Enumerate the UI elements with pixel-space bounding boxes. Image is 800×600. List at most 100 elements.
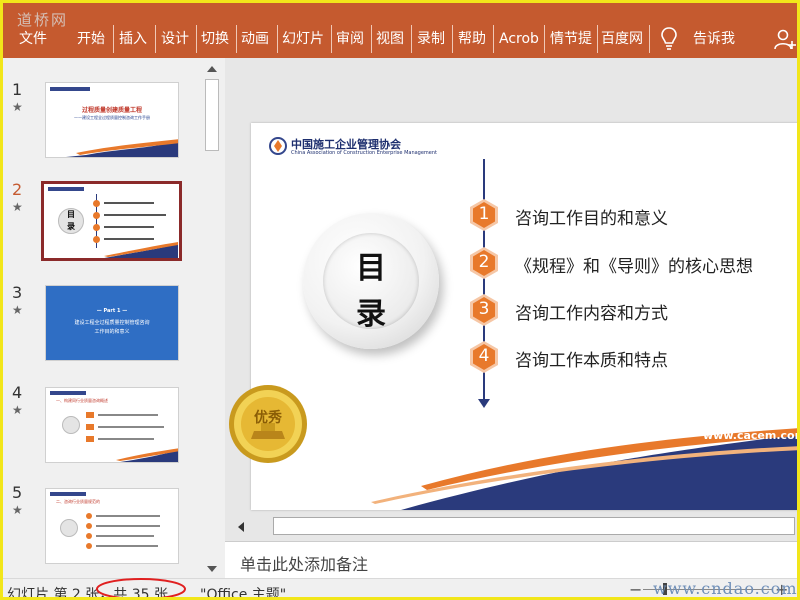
item-number: 4: [478, 346, 490, 366]
thumb-heading: 一、构建同行业质量咨询概述: [56, 398, 108, 403]
item-text: 《规程》和《导则》的核心思想: [515, 257, 753, 277]
slide-thumbnail-3[interactable]: — Part 1 — 建设工程全过程质量控制管理咨询 工作目的和意义: [45, 285, 179, 361]
scrollbar-thumb[interactable]: [273, 517, 795, 535]
tab-view[interactable]: 视图: [376, 29, 404, 51]
thumb-text-line: [96, 515, 160, 517]
toc-title-char: 目: [356, 251, 386, 286]
thumb-circle: [60, 519, 78, 537]
tab-separator: [452, 25, 453, 53]
thumb-marker: [86, 436, 94, 442]
animation-star-icon: ★: [12, 503, 23, 517]
toc-title-char: 录: [356, 297, 386, 332]
tab-record[interactable]: 录制: [417, 29, 445, 51]
animation-star-icon: ★: [12, 403, 23, 417]
tab-separator: [196, 25, 197, 53]
thumb-part: — Part 1 —: [96, 308, 128, 314]
thumb-wave-decoration: [104, 242, 178, 258]
tab-home[interactable]: 开始: [77, 29, 105, 51]
org-name-en: China Association of Construction Enterp…: [291, 150, 438, 156]
thumb-toc-circle: 目录: [58, 208, 84, 234]
powerpoint-window: 道桥网 文件 开始 插入 设计 切换 动画 幻灯片 审阅 视图 录制 帮助 Ac…: [0, 0, 800, 600]
tab-help[interactable]: 帮助: [458, 29, 486, 51]
zoom-out-button[interactable]: −: [629, 580, 642, 597]
tab-review[interactable]: 审阅: [336, 29, 364, 51]
thumb-dot: [86, 543, 92, 549]
tab-insert[interactable]: 插入: [119, 29, 147, 51]
thumbnail-scrollbar[interactable]: [203, 61, 221, 579]
thumb-text-line: [104, 214, 166, 216]
tab-file[interactable]: 文件: [19, 29, 47, 51]
thumb-dot: [93, 224, 100, 231]
tell-me-search[interactable]: 告诉我: [693, 29, 735, 51]
animation-star-icon: ★: [12, 100, 23, 114]
tab-baidu-netdisk[interactable]: 百度网: [601, 29, 643, 51]
item-text: 咨询工作本质和特点: [515, 351, 668, 371]
thumb-text-line: [104, 238, 154, 240]
tab-animations[interactable]: 动画: [241, 29, 269, 51]
thumb-logo: [48, 187, 84, 191]
notes-placeholder[interactable]: 单击此处添加备注: [240, 551, 368, 575]
thumb-line: 建设工程全过程质量控制管理咨询: [74, 320, 150, 326]
slide-thumbnail-4[interactable]: 一、构建同行业质量咨询概述: [45, 387, 179, 463]
tab-separator: [597, 25, 598, 53]
tab-separator: [277, 25, 278, 53]
association-logo-icon: [269, 137, 287, 155]
thumb-text-line: [104, 226, 154, 228]
thumb-wave-decoration: [66, 139, 178, 157]
slide-number-1: 1: [12, 80, 23, 99]
tab-separator: [411, 25, 412, 53]
slide-thumbnail-2[interactable]: 目录: [41, 181, 182, 261]
toc-circle: 目 录: [303, 213, 439, 349]
scrollbar-thumb[interactable]: [205, 79, 219, 151]
tab-separator: [236, 25, 237, 53]
tab-separator: [493, 25, 494, 53]
tab-acrobat[interactable]: Acrob: [499, 29, 541, 51]
thumb-logo: [50, 391, 86, 395]
thumb-dot: [86, 523, 92, 529]
slide-number-4: 4: [12, 383, 23, 402]
scroll-left-arrow-icon[interactable]: [237, 522, 245, 532]
tab-design[interactable]: 设计: [161, 29, 189, 51]
tab-storyboard[interactable]: 情节提: [550, 29, 594, 51]
slide-editing-area: 中国施工企业管理协会 China Association of Construc…: [225, 58, 797, 513]
item-text: 咨询工作目的和意义: [515, 209, 668, 229]
slide-thumbnail-5[interactable]: 二、咨询行业质量规范的: [45, 488, 179, 564]
slide-thumbnail-1[interactable]: 过程质量创建质量工程 ——建设工程全过程质量控制咨询工作手册: [45, 82, 179, 158]
status-bar: 幻灯片 第 2 张，共 35 张 "Office 主题" − + www.cnd…: [3, 578, 797, 600]
site-watermark-top: 道桥网: [17, 11, 69, 29]
thumb-dot: [93, 212, 100, 219]
website-text: www.cacem.com: [703, 429, 800, 442]
lightbulb-icon[interactable]: [658, 25, 680, 51]
tab-slideshow[interactable]: 幻灯片: [282, 29, 324, 51]
thumb-text-line: [104, 202, 154, 204]
thumb-text-line: [98, 426, 164, 428]
horizontal-scrollbar[interactable]: [225, 513, 797, 541]
tab-separator: [649, 25, 650, 53]
thumb-text-line: [96, 545, 158, 547]
animation-star-icon: ★: [12, 200, 23, 214]
slide-thumbnail-pane: 1 ★ 过程质量创建质量工程 ——建设工程全过程质量控制咨询工作手册 2 ★ 目…: [3, 58, 225, 578]
tab-separator: [155, 25, 156, 53]
thumb-marker: [86, 424, 94, 430]
thumb-dot: [93, 200, 100, 207]
current-slide-canvas[interactable]: 中国施工企业管理协会 China Association of Construc…: [251, 123, 800, 510]
scroll-up-arrow-icon[interactable]: [207, 65, 217, 73]
share-person-icon[interactable]: [773, 27, 797, 51]
item-number: 3: [478, 299, 490, 319]
tab-separator: [371, 25, 372, 53]
scroll-down-arrow-icon[interactable]: [207, 565, 217, 573]
tab-separator: [113, 25, 114, 53]
thumb-title: 过程质量创建质量工程: [81, 107, 142, 114]
item-number: 2: [478, 252, 490, 272]
slide-number-3: 3: [12, 283, 23, 302]
thumb-text-line: [96, 535, 154, 537]
thumb-wave-decoration: [116, 448, 178, 462]
red-highlight-ellipse: [96, 578, 186, 597]
notes-pane[interactable]: 单击此处添加备注: [225, 541, 797, 578]
theme-name: "Office 主题": [200, 587, 287, 600]
medal-text: 优秀: [254, 410, 282, 426]
award-medal-badge: 优秀: [227, 383, 309, 465]
thumb-logo: [50, 87, 90, 91]
tab-transitions[interactable]: 切换: [201, 29, 229, 51]
animation-star-icon: ★: [12, 303, 23, 317]
